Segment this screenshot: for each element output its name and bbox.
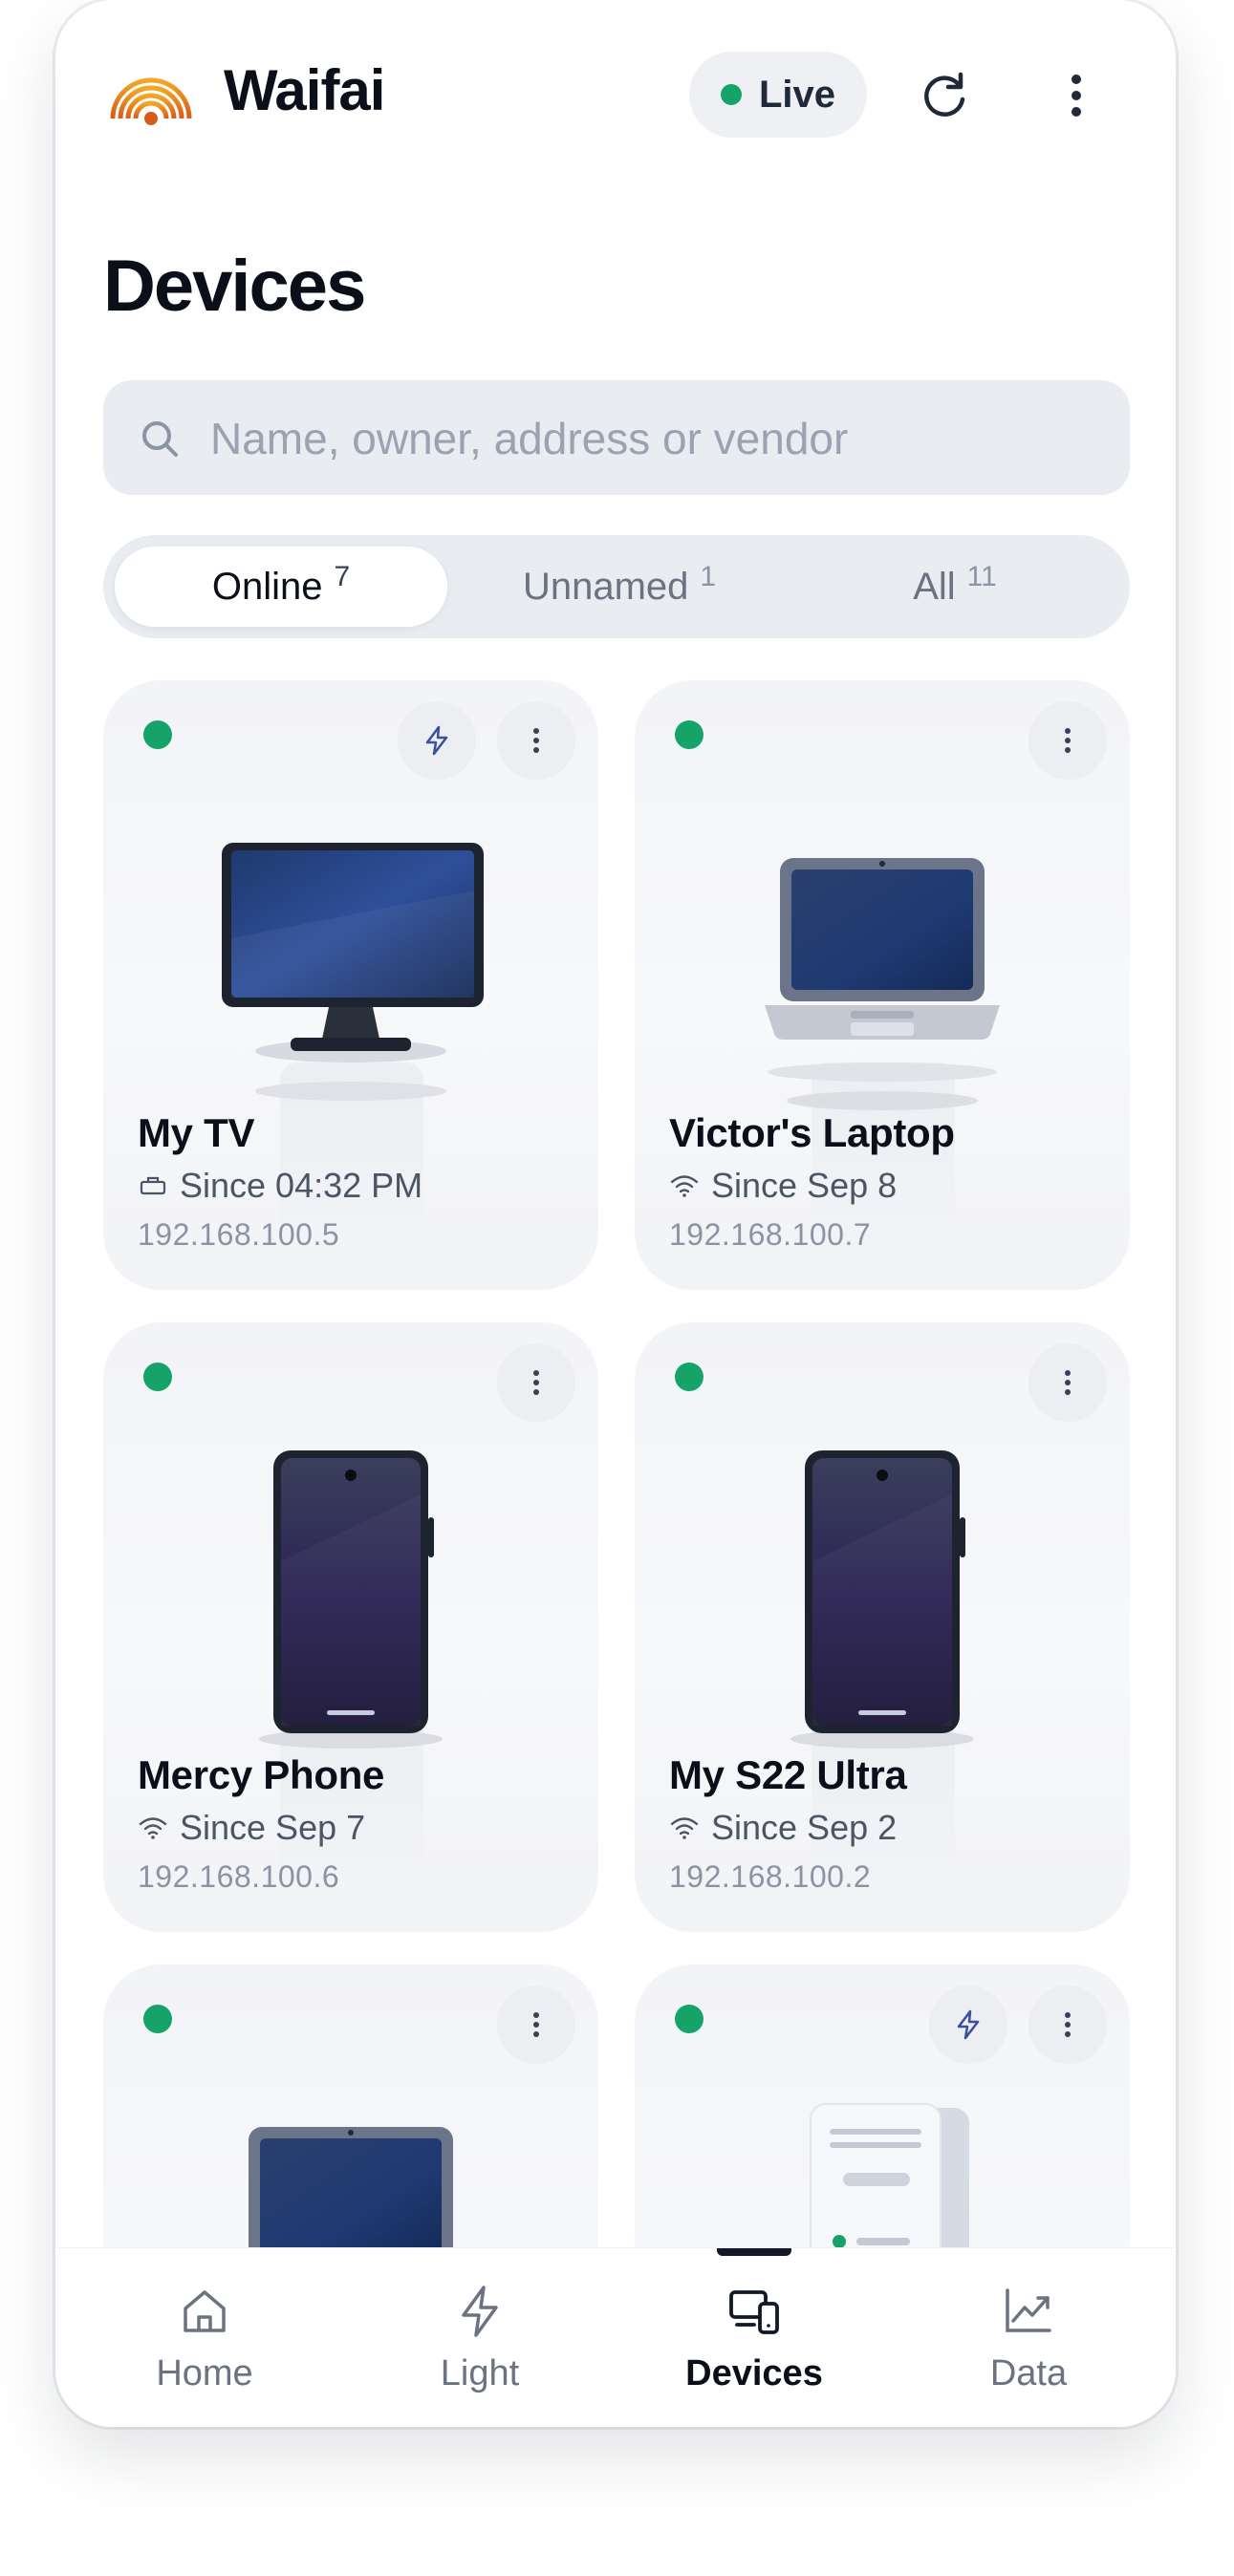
app-name: Waifai (224, 58, 385, 122)
online-status-dot (675, 2005, 704, 2033)
wifi-icon (139, 1817, 167, 1839)
device-since: Since Sep 8 (669, 1166, 897, 1206)
nav-light[interactable]: Light (384, 2283, 575, 2416)
refresh-icon[interactable] (914, 65, 975, 126)
nav-data[interactable]: Data (933, 2283, 1124, 2416)
home-icon (184, 2290, 226, 2332)
device-ip: 192.168.100.5 (138, 1217, 340, 1252)
device-name: Victor's Laptop (669, 1110, 955, 1155)
tab-unnamed-count: 1 (700, 561, 717, 592)
live-status-label: Live (758, 73, 836, 116)
device-name: My TV (138, 1110, 255, 1155)
tab-all-label: All (913, 565, 956, 608)
device-card[interactable]: My S22 Ultra Since Sep 2 192.168.100.2 (635, 1322, 1130, 1932)
wifi-icon (670, 1175, 699, 1197)
phone-frame: Waifai Live Devices Online 7 Unnamed (55, 0, 1176, 2427)
search-bar[interactable] (103, 380, 1130, 497)
filter-segmented-control: Online 7 Unnamed 1 All 11 (103, 535, 1130, 638)
online-status-dot (143, 2005, 172, 2033)
ethernet-icon (140, 1176, 166, 1195)
device-card[interactable]: Victor's Laptop Since Sep 8 192.168.100.… (635, 680, 1130, 1290)
live-dot-icon (720, 84, 742, 105)
tab-unnamed[interactable]: Unnamed 1 (453, 547, 786, 627)
nav-devices-label: Devices (685, 2353, 823, 2394)
nav-light-label: Light (440, 2353, 520, 2394)
app-header: Waifai Live (55, 0, 1176, 191)
online-status-dot (143, 720, 172, 749)
wifi-icon (670, 1817, 699, 1839)
nav-data-label: Data (989, 2353, 1068, 2394)
trend-icon (1006, 2288, 1051, 2332)
online-status-dot (143, 1363, 172, 1391)
devices-icon (729, 2290, 779, 2334)
device-since-text: Since 04:32 PM (180, 1166, 423, 1205)
laptop-icon (765, 858, 1000, 1110)
tab-all-count: 11 (966, 561, 997, 592)
tab-online-label: Online (211, 565, 323, 608)
tab-online[interactable]: Online 7 (115, 547, 447, 627)
device-since: Since Sep 7 (138, 1808, 365, 1848)
device-since-text: Since Sep 2 (711, 1808, 898, 1847)
nav-devices[interactable]: Devices (659, 2283, 850, 2416)
device-ip: 192.168.100.6 (138, 1859, 340, 1894)
page-title: Devices (103, 246, 366, 327)
bottom-nav: Home Light Devices Data (55, 2247, 1176, 2427)
device-since-text: Since Sep 7 (180, 1808, 366, 1847)
device-card[interactable]: My TV Since 04:32 PM 192.168.100.5 (103, 680, 598, 1290)
nav-home[interactable]: Home (109, 2283, 300, 2416)
live-status-pill[interactable]: Live (689, 52, 867, 138)
phone-icon (790, 1450, 974, 1749)
waifai-logo-icon (110, 77, 192, 125)
tab-unnamed-label: Unnamed (522, 565, 689, 608)
tv-icon (222, 843, 484, 1101)
device-ip: 192.168.100.2 (669, 1859, 872, 1894)
nav-home-label: Home (156, 2353, 253, 2394)
device-since-text: Since Sep 8 (711, 1166, 898, 1205)
more-vertical-icon[interactable] (1046, 65, 1107, 126)
device-since: Since 04:32 PM (138, 1166, 422, 1206)
tab-online-count: 7 (334, 561, 351, 592)
phone-icon (259, 1450, 443, 1749)
bolt-icon (462, 2286, 498, 2337)
tab-all[interactable]: All 11 (791, 547, 1118, 627)
online-status-dot (675, 1363, 704, 1391)
device-ip: 192.168.100.7 (669, 1217, 872, 1252)
device-card[interactable]: Mercy Phone Since Sep 7 192.168.100.6 (103, 1322, 598, 1932)
search-input[interactable] (208, 380, 1111, 497)
online-status-dot (675, 720, 704, 749)
device-name: Mercy Phone (138, 1752, 385, 1797)
device-since: Since Sep 2 (669, 1808, 897, 1848)
active-tab-indicator (717, 2248, 791, 2256)
device-name: My S22 Ultra (669, 1752, 907, 1797)
search-icon (142, 421, 178, 457)
